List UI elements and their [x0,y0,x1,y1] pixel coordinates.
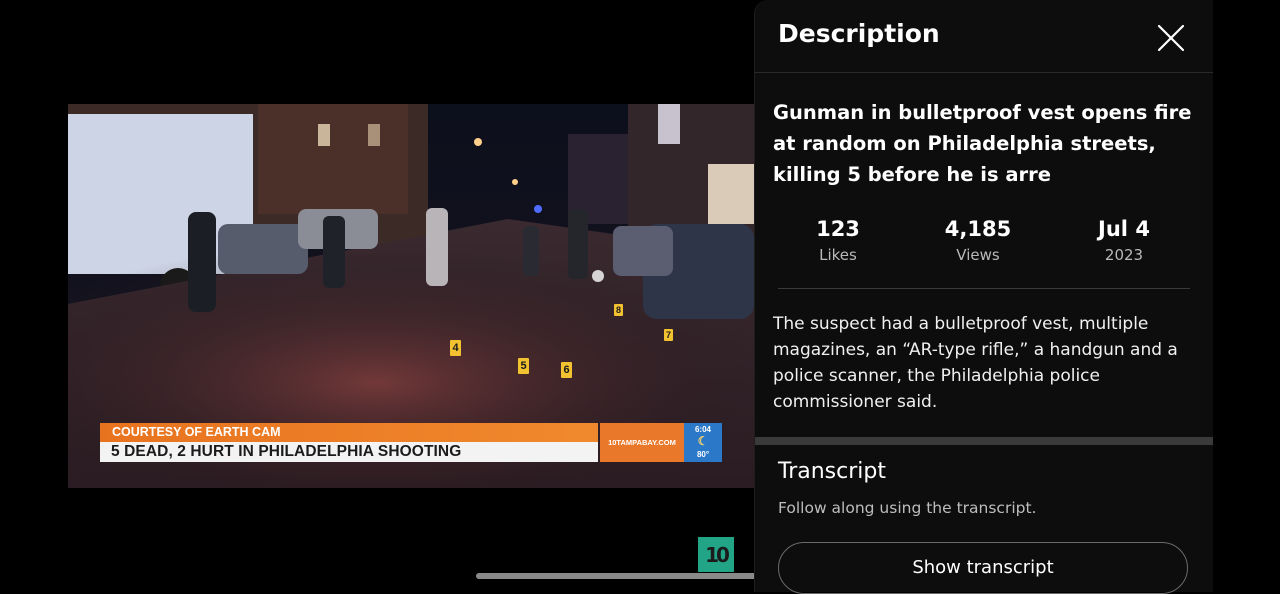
channel-logo: 10 [698,537,734,572]
evidence-marker: 5 [518,358,529,374]
description-text: The suspect had a bulletproof vest, mult… [773,314,1178,412]
publish-date: Jul 4 [1098,217,1150,241]
evidence-marker: 8 [614,304,623,316]
panel-title: Description [778,19,940,48]
lower-third-brand: 10TAMPABAY.COM [600,423,684,462]
close-button[interactable] [1155,22,1187,54]
description-panel: Description Gunman in bulletproof vest o… [754,0,1213,594]
lower-third-credit: COURTESY OF EARTH CAM [100,423,598,442]
stat-date: Jul 4 2023 [1059,214,1189,266]
likes-label: Likes [819,246,857,264]
show-transcript-button[interactable]: Show transcript [778,542,1188,594]
divider [778,288,1190,289]
evidence-marker: 7 [664,329,673,341]
video-player[interactable]: 4 5 6 8 7 COURTESY OF EARTH CAM 5 DEAD, … [68,104,754,488]
stat-views: 4,185 Views [913,214,1043,266]
temperature: 80° [696,450,710,459]
section-separator [755,437,1213,445]
lower-third-clock: 6:04 ☾ 80° [684,423,722,462]
divider [755,72,1213,73]
moon-icon: ☾ [697,434,709,448]
transcript-subtitle: Follow along using the transcript. [778,499,1037,517]
video-title: Gunman in bulletproof vest opens fire at… [773,101,1192,186]
clock-time: 6:04 [694,425,711,434]
lower-third-headline: 5 DEAD, 2 HURT IN PHILADELPHIA SHOOTING [100,442,598,462]
close-icon [1157,24,1185,52]
publish-year: 2023 [1104,246,1144,264]
likes-count: 123 [816,217,860,241]
evidence-marker: 6 [561,362,572,378]
stat-likes: 123 Likes [773,214,903,266]
evidence-marker: 4 [450,340,461,356]
views-label: Views [956,246,1000,264]
views-count: 4,185 [944,217,1012,241]
transcript-title: Transcript [778,459,886,484]
